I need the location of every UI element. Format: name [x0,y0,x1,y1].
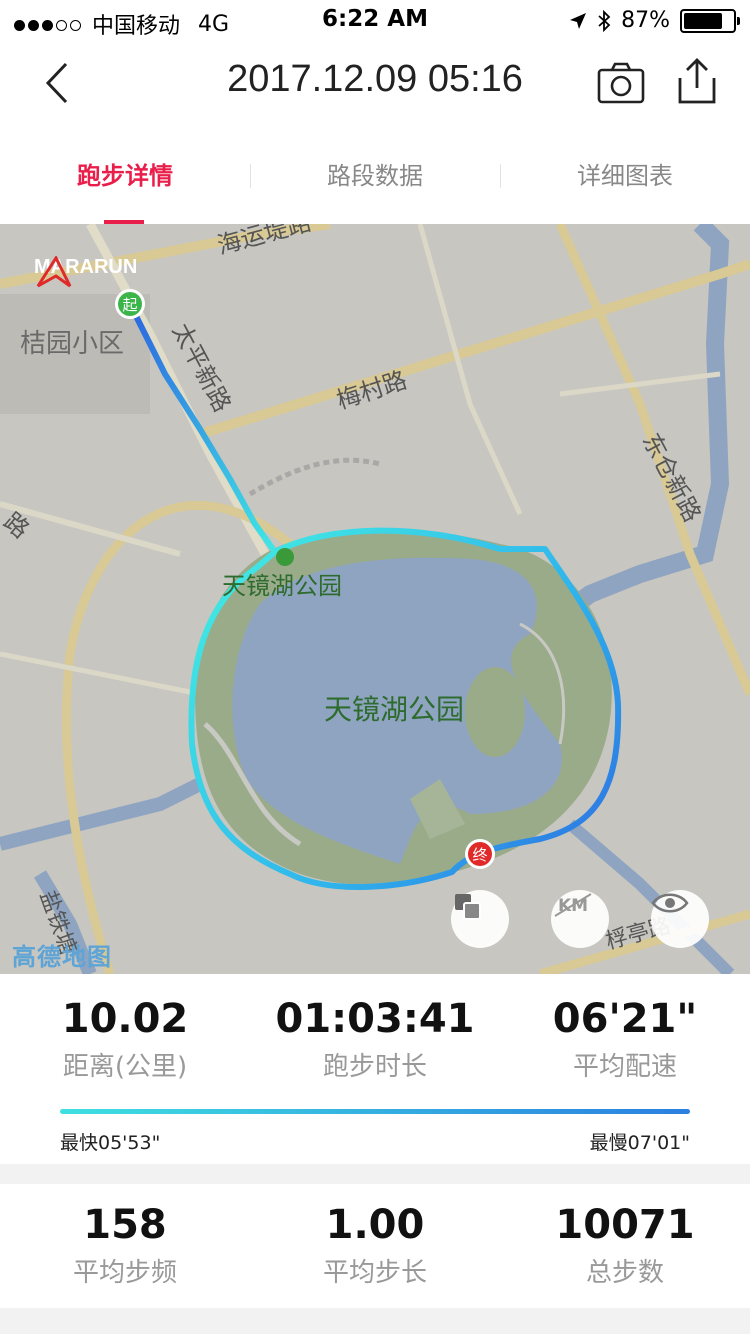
location-arrow-icon [570,12,587,29]
cadence-value: 158 [83,1202,167,1248]
distance-value: 10.02 [61,996,189,1042]
duration-stat: 01:03:41 跑步时长 [250,996,500,1083]
tab-run-details-label: 跑步详情 [77,162,173,190]
steps-stat: 10071 总步数 [500,1202,750,1289]
route-map[interactable]: 海运堤路 桔园小区 太平新路 梅村路 东仓新路 天镜湖公园 天镜湖公园 盐铁塘 … [0,224,750,974]
stride-value: 1.00 [325,1202,425,1248]
tab-detailed-charts[interactable]: 详细图表 [500,128,750,224]
summary-panel: 10.02 距离(公里) 01:03:41 跑步时长 06'21" 平均配速 最… [0,974,750,1164]
pace-value: 06'21" [552,996,698,1042]
stride-stat: 1.00 平均步长 [250,1202,500,1289]
steps-value: 10071 [555,1202,695,1248]
fastest-pace: 最快05'53" [60,1132,161,1154]
road-label-meicun: 梅村路 [333,366,410,415]
end-marker[interactable]: 终 [465,839,495,869]
eye-button[interactable] [651,890,709,948]
km-toggle-icon: KM [554,893,592,917]
tab-segment-data[interactable]: 路段数据 [250,128,500,224]
share-icon[interactable] [674,56,720,106]
mararun-logo-icon [36,256,72,288]
start-marker[interactable]: 起 [115,289,145,319]
tab-segment-data-label: 路段数据 [327,162,423,190]
bluetooth-icon [598,9,611,32]
park-label-center: 天镜湖公园 [324,693,464,726]
cadence-label: 平均步频 [72,1258,177,1288]
tab-run-details[interactable]: 跑步详情 [0,128,250,224]
map-provider-label: 高德地图 [12,943,112,971]
eye-icon [651,893,689,913]
tab-bar: 跑步详情 路段数据 详细图表 [0,128,750,224]
map-canvas: 海运堤路 桔园小区 太平新路 梅村路 东仓新路 天镜湖公园 天镜湖公园 盐铁塘 … [0,224,750,974]
slowest-pace: 最慢07'01" [589,1132,690,1154]
battery-icon [680,8,740,33]
battery-percent: 87% [621,8,670,33]
status-right: 87% [569,8,740,33]
battery-fill [684,12,722,29]
tab-detailed-charts-label: 详细图表 [577,162,673,190]
duration-label: 跑步时长 [322,1052,427,1082]
area-label-jieyuan: 桔园小区 [20,329,124,359]
park-pin-icon [276,548,294,566]
layers-button[interactable] [451,890,509,948]
stride-label: 平均步长 [322,1258,427,1288]
status-bar: 中国移动 4G 6:22 AM 87% [0,0,750,40]
start-marker-label: 起 [122,296,137,314]
pace-label: 平均配速 [572,1052,677,1082]
distance-label: 距离(公里) [62,1052,188,1082]
steps-label: 总步数 [585,1258,664,1288]
cadence-stat: 158 平均步频 [0,1202,250,1289]
nav-bar: 2017.12.09 05:16 [0,40,750,129]
camera-icon[interactable] [596,60,646,106]
duration-value: 01:03:41 [275,996,475,1042]
details-panel: 158 平均步频 1.00 平均步长 10071 总步数 [0,1184,750,1308]
park-label-upper: 天镜湖公园 [222,572,342,600]
km-toggle-button[interactable]: KM [551,890,609,948]
pace-gradient-bar [60,1109,690,1114]
distance-stat: 10.02 距离(公里) [0,996,250,1083]
end-marker-label: 终 [472,846,487,864]
road-label-haiyun: 海运堤路 [214,224,314,260]
layers-icon [455,894,481,920]
pace-stat: 06'21" 平均配速 [500,996,750,1083]
mararun-logo: MARARUN [34,256,137,288]
road-label-taiping: 太平新路 [167,319,237,417]
